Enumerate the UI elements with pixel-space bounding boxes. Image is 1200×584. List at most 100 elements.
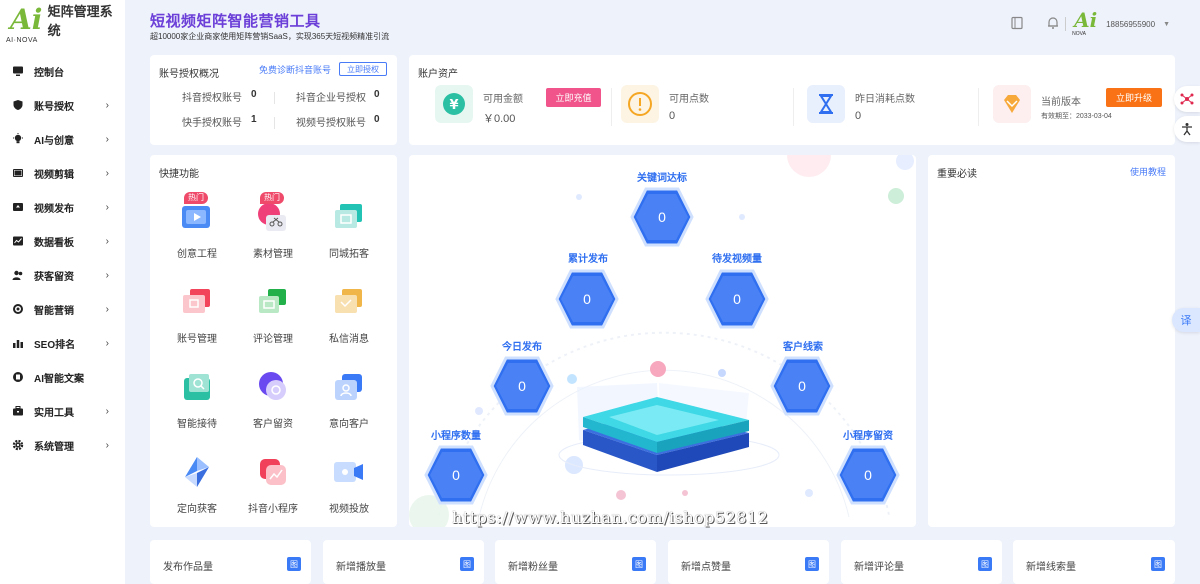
app-title: 矩阵管理系统 (47, 4, 113, 38)
metric-label: 待发视频量 (712, 254, 762, 265)
points-value: 0 (669, 110, 676, 122)
logo[interactable]: Ai AI·NOVA 矩阵管理系统 (0, 0, 125, 48)
sidebar-item-label: 智能营销 (34, 305, 74, 317)
quick-item-douyin-miniapp[interactable]: 抖音小程序 (238, 455, 308, 525)
chart-icon: 图 (978, 557, 992, 571)
quick-item-video-ads[interactable]: 视频投放 (314, 455, 384, 525)
logo-mark: Ai AI·NOVA (6, 4, 44, 45)
hourglass-icon (807, 85, 845, 123)
account-stat-row: 抖音授权账号 0 抖音企业号授权 0 (150, 89, 397, 114)
stat-card[interactable]: 发布作品量 图 (150, 540, 311, 584)
points-label: 可用点数 (669, 94, 709, 105)
metric-hex: 0 (705, 267, 769, 331)
balance-label: 可用金额 (483, 94, 523, 105)
user-menu[interactable]: Ai NOVA 18856955900 ▼ (1070, 8, 1170, 38)
sidebar-item-label: 数据看板 (34, 237, 74, 249)
stat-card[interactable]: 新增点赞量 图 (668, 540, 829, 584)
chevron-right-icon: › (105, 167, 109, 179)
quick-item-comments[interactable]: 评论管理 (238, 285, 308, 355)
book-icon[interactable] (1010, 16, 1024, 33)
stat-card[interactable]: 新增粉丝量 图 (495, 540, 656, 584)
sidebar-item-label: 控制台 (34, 67, 64, 79)
network-icon[interactable] (1174, 86, 1200, 112)
quick-item-label: 意向客户 (329, 419, 369, 430)
chevron-right-icon: › (105, 235, 109, 247)
sidebar-item-ai-copywriting[interactable]: AI智能文案 (0, 360, 125, 394)
quick-item-label: 定向获客 (177, 504, 217, 515)
account-assets-title: 账户资产 (418, 69, 458, 80)
metric-hex: 0 (424, 443, 488, 507)
stat-card[interactable]: 新增线索量 图 (1013, 540, 1175, 584)
chevron-right-icon: › (105, 405, 109, 417)
quick-item-label: 私信消息 (329, 334, 369, 345)
authorize-button[interactable]: 立即授权 (339, 62, 387, 76)
metric-value: 0 (518, 378, 526, 394)
reception-icon (180, 370, 214, 404)
quick-item-customer-leads[interactable]: 客户留资 (238, 370, 308, 440)
tutorial-link[interactable]: 使用教程 (1130, 165, 1166, 178)
chart-icon: 图 (805, 557, 819, 571)
sidebar-item-dashboard[interactable]: 数据看板 › (0, 224, 125, 258)
diagnose-link[interactable]: 免费诊断抖音账号 (259, 63, 331, 76)
sidebar-item-console[interactable]: 控制台 (0, 54, 125, 88)
quick-item-local[interactable]: 同城拓客 (314, 200, 384, 270)
quick-item-messages[interactable]: 私信消息 (314, 285, 384, 355)
stat-card[interactable]: 新增播放量 图 (323, 540, 484, 584)
quick-item-materials[interactable]: 热门 素材管理 (238, 192, 308, 270)
metric-hex: 0 (770, 354, 834, 418)
yen-icon: ¥ (435, 85, 473, 123)
quick-item-creative[interactable]: 热门 创意工程 (162, 192, 232, 270)
watermark: https://www.huzhan.com/ishop52812 (452, 508, 769, 527)
upgrade-button[interactable]: 立即升级 (1106, 88, 1162, 107)
sidebar-item-label: 账号授权 (34, 101, 74, 113)
sidebar-item-seo[interactable]: SEO排名 › (0, 326, 125, 360)
sidebar-item-smart-marketing[interactable]: 智能营销 › (0, 292, 125, 326)
sidebar-item-ai-creative[interactable]: AI与创意 › (0, 122, 125, 156)
points-block: 可用点数 0 (621, 85, 771, 129)
stat-card[interactable]: 新增评论量 图 (841, 540, 1002, 584)
quick-item-targeted-acquisition[interactable]: 定向获客 (162, 455, 232, 525)
consumed-value: 0 (855, 110, 862, 122)
quick-functions-card: 快捷功能 热门 创意工程 热门 素材管理 同城拓客 账号管理 评论管理 私信消息… (150, 155, 397, 527)
stat-value: 0 (374, 114, 380, 125)
divider (274, 117, 275, 129)
recharge-button[interactable]: 立即充值 (546, 88, 601, 107)
sidebar-item-leads[interactable]: 获客留资 › (0, 258, 125, 292)
users-icon (12, 269, 24, 281)
accessibility-icon[interactable] (1174, 116, 1200, 142)
sidebar-item-account-auth[interactable]: 账号授权 › (0, 88, 125, 122)
svg-text:¥: ¥ (449, 98, 458, 113)
balance-value: ￥0.00 (483, 113, 516, 125)
page-title: 短视频矩阵智能营销工具 (150, 13, 321, 30)
metric-hex: 0 (490, 354, 554, 418)
quick-item-reception[interactable]: 智能接待 (162, 370, 232, 440)
translate-button[interactable]: 译 (1172, 308, 1200, 332)
target-icon (12, 303, 24, 315)
sidebar-item-system[interactable]: 系统管理 › (0, 428, 125, 462)
stat-label: 抖音企业号授权 (296, 93, 366, 104)
bell-icon[interactable] (1046, 16, 1060, 33)
toolbox-icon (12, 405, 24, 417)
sidebar-item-video-edit[interactable]: 视频剪辑 › (0, 156, 125, 190)
hot-badge: 热门 (260, 192, 284, 204)
sidebar: Ai AI·NOVA 矩阵管理系统 控制台 账号授权 › AI与创意 › 视频剪… (0, 0, 125, 584)
sidebar-item-tools[interactable]: 实用工具 › (0, 394, 125, 428)
user-phone: 18856955900 (1106, 19, 1156, 29)
account-overview-card: 账号授权概况 免费诊断抖音账号 立即授权 抖音授权账号 0 抖音企业号授权 0 … (150, 55, 397, 145)
film-icon (12, 167, 24, 179)
chevron-right-icon: › (105, 133, 109, 145)
metric-value: 0 (452, 467, 460, 483)
quick-item-intent-customers[interactable]: 意向客户 (314, 370, 384, 440)
metric-label: 小程序数量 (431, 431, 481, 442)
shield-icon (12, 99, 24, 111)
target-acquire-icon (180, 455, 214, 489)
sidebar-item-label: SEO排名 (34, 339, 76, 351)
chart-icon: 图 (287, 557, 301, 571)
chart-icon: 图 (632, 557, 646, 571)
quick-item-accounts[interactable]: 账号管理 (162, 285, 232, 355)
sidebar-item-label: 获客留资 (34, 271, 74, 283)
chevron-down-icon: ▼ (1163, 20, 1170, 28)
account-assets-card: 账户资产 ¥ 可用金额 ￥0.00 立即充值 可用点数 0 昨日消耗点数 0 当… (409, 55, 1175, 145)
sidebar-item-video-publish[interactable]: 视频发布 › (0, 190, 125, 224)
video-icon (180, 200, 214, 234)
